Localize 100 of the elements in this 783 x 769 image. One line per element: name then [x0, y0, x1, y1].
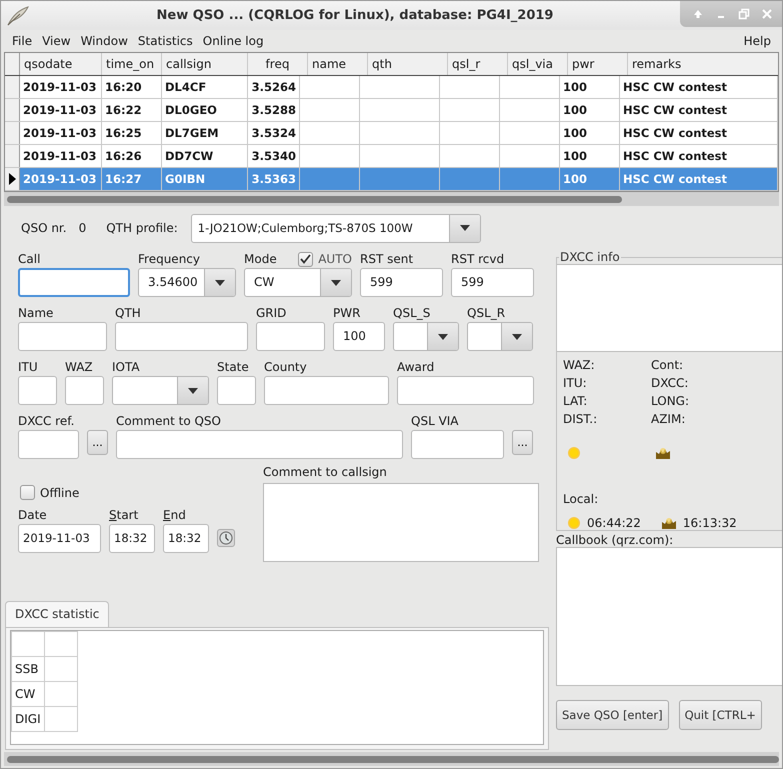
input-field[interactable]: 599 [451, 268, 534, 297]
caret-icon [460, 225, 470, 231]
caret-icon [512, 334, 522, 340]
combo-box[interactable]: CW [244, 268, 352, 297]
clock-button[interactable] [217, 529, 235, 547]
combo-box[interactable] [467, 322, 533, 351]
menu-item[interactable]: Online log [198, 34, 269, 48]
input-field[interactable]: 599 [360, 268, 443, 297]
input-field[interactable] [18, 376, 57, 405]
menu-item[interactable]: Window [76, 34, 133, 48]
table-cell: DL7GEM [165, 126, 219, 140]
field-label: DXCC ref. [18, 414, 74, 428]
column-header[interactable]: name [308, 53, 368, 75]
maximize-icon[interactable] [738, 8, 750, 20]
column-header[interactable]: freq [248, 53, 308, 75]
field-label: GRID [256, 306, 286, 320]
table-row[interactable]: 2019-11-03 16:25 DL7GEM 3.5324 100 HSC CW contest [5, 122, 778, 145]
column-header[interactable]: qsl_via [508, 53, 568, 75]
field-label: Frequency [138, 252, 200, 266]
combo-box[interactable] [393, 322, 459, 351]
info-label: AZIM: [651, 412, 686, 426]
table-cell: 100 [563, 172, 588, 186]
field-label: RST rcvd [451, 252, 504, 266]
menu-item[interactable]: File [7, 34, 38, 48]
sun-icon [567, 446, 581, 460]
info-label: DXCC: [651, 376, 690, 390]
scrollbar-thumb[interactable] [7, 756, 779, 762]
sunset-icon [660, 516, 677, 530]
keep-above-icon[interactable] [692, 8, 704, 20]
input-field[interactable] [217, 376, 256, 405]
field-label: End [163, 508, 186, 522]
browse-button[interactable]: ... [512, 430, 533, 455]
table-cell: 2019-11-03 [23, 126, 97, 140]
input-field[interactable] [411, 430, 504, 459]
column-header[interactable]: qsl_r [448, 53, 508, 75]
input-field[interactable] [65, 376, 104, 405]
browse-button[interactable]: ... [87, 430, 108, 455]
input-field[interactable] [256, 322, 325, 351]
field-label: WAZ [65, 360, 93, 374]
menu-item[interactable]: Statistics [132, 34, 198, 48]
offline-checkbox[interactable] [20, 485, 35, 500]
current-row-icon [8, 173, 16, 185]
tab[interactable]: DXCC statistic [5, 601, 110, 627]
input-field[interactable] [18, 322, 107, 351]
input-field[interactable] [18, 268, 130, 297]
checkbox-label: AUTO [318, 252, 352, 266]
table-cell: CW [15, 687, 36, 701]
input-field[interactable] [115, 322, 248, 351]
input-field[interactable] [397, 376, 534, 405]
input-field[interactable] [264, 376, 389, 405]
check-icon [300, 254, 312, 264]
checkbox-label: Offline [40, 486, 80, 500]
column-header[interactable]: qth [368, 53, 448, 75]
menu-item[interactable]: View [37, 34, 76, 48]
input-field[interactable]: 18:32 [163, 524, 209, 553]
close-icon[interactable] [761, 8, 773, 20]
table-cell-text: 3.5264 [251, 79, 296, 96]
field-label: State [217, 360, 249, 374]
input-field[interactable]: 18:32 [109, 524, 155, 553]
input-field[interactable] [116, 430, 403, 459]
input-field[interactable] [18, 430, 79, 459]
field-label: IOTA [112, 360, 140, 374]
column-header[interactable]: pwr [568, 53, 628, 75]
field-label: PWR [333, 306, 360, 320]
table-row[interactable]: 2019-11-03 16:22 DL0GEO 3.5288 100 HSC CW contest [5, 99, 778, 122]
table-cell: HSC CW contest [623, 126, 728, 140]
input-field[interactable]: 100 [333, 322, 385, 351]
combo-box[interactable] [112, 376, 209, 405]
combo-box[interactable]: 3.54600 [138, 268, 236, 297]
action-button[interactable]: Save QSO [enter] [556, 700, 669, 730]
qso-nr: 0 [78, 221, 86, 235]
info-label: LONG: [651, 394, 690, 408]
auto-checkbox[interactable] [298, 252, 314, 266]
action-button[interactable]: Quit [CTRL+ [678, 700, 762, 730]
column-header[interactable]: qsodate [20, 53, 102, 75]
table-cell: 2019-11-03 [23, 103, 97, 117]
comment-textarea[interactable] [263, 483, 539, 562]
table-cell: 16:22 [105, 103, 142, 117]
column-header[interactable]: time_on [102, 53, 162, 75]
sunset-icon [655, 446, 671, 460]
field-label: Call [18, 252, 40, 266]
table-row[interactable]: 2019-11-03 16:20 DL4CF 3.5264 100 HSC CW contest [5, 76, 778, 99]
table-cell: 2019-11-03 [23, 172, 97, 186]
qth-profile-combo[interactable]: 1-JO21OW;Culemborg;TS-870S 100W [190, 214, 481, 242]
field-label: Comment to QSO [116, 414, 221, 428]
sun-icon [567, 516, 581, 530]
caret-icon [215, 280, 225, 286]
table-cell: DD7CW [165, 149, 214, 163]
column-header[interactable]: callsign [162, 53, 248, 75]
info-label: ITU: [563, 376, 588, 390]
field-label: QTH [115, 306, 141, 320]
table-cell: G0IBN [165, 172, 206, 186]
field-label: QSL_R [467, 306, 506, 320]
input-field[interactable]: 2019-11-03 [18, 524, 101, 553]
table-cell: SSB [15, 662, 38, 676]
column-header[interactable]: remarks [628, 53, 782, 75]
scrollbar-thumb[interactable] [7, 196, 622, 202]
table-cell: HSC CW contest [623, 172, 728, 186]
sunset-time: 16:13:32 [682, 516, 737, 530]
menu-item[interactable]: Help [738, 34, 776, 48]
